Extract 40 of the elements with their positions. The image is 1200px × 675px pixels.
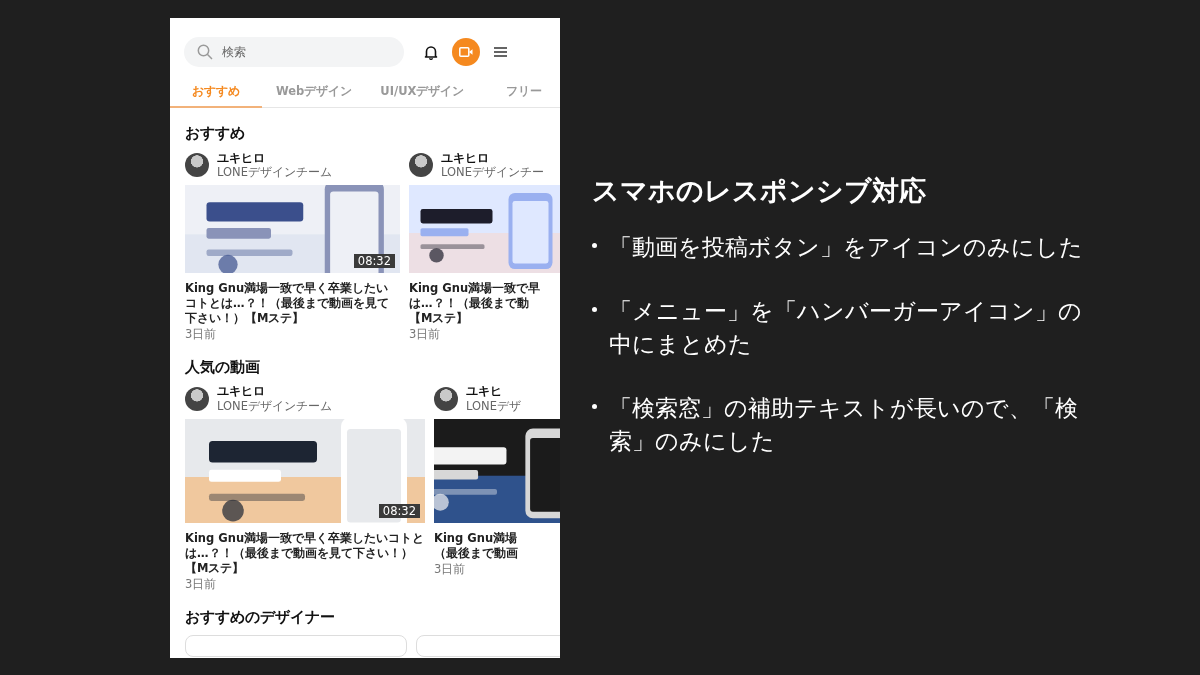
- author-name[interactable]: ユキヒ: [466, 384, 521, 399]
- search-field[interactable]: 検索: [184, 37, 404, 67]
- bullet-dot: [592, 307, 597, 312]
- video-title[interactable]: King Gnu満場一致で早く卒業したいコトとは…？！（最後まで動画を見て下さい！）【Mステ】: [185, 281, 400, 326]
- team-name: LONEデザ: [466, 398, 521, 414]
- bullet-dot: [592, 404, 597, 409]
- section-heading: おすすめのデザイナー: [185, 607, 336, 627]
- video-age: 3日前: [185, 576, 218, 592]
- video-age: 3日前: [434, 561, 467, 577]
- video-camera-icon: [459, 47, 473, 57]
- team-name: LONEデザインチーム: [217, 165, 332, 180]
- video-title[interactable]: （最後まで動画: [434, 545, 560, 561]
- video-title[interactable]: King Gnu満場: [434, 530, 560, 546]
- author-name[interactable]: ユキヒロ: [217, 384, 332, 399]
- video-title[interactable]: King Gnu満場一致で早: [409, 281, 560, 296]
- menu-icon: [494, 47, 507, 57]
- video-age: 3日前: [185, 326, 218, 342]
- slide-title: スマホのレスポンシブ対応: [592, 174, 927, 208]
- section-heading: おすすめ: [185, 124, 246, 143]
- bullet-text: 「動画を投稿ボタン」をアイコンのみにした: [609, 233, 1084, 262]
- team-name: LONEデザインチーム: [217, 398, 332, 414]
- avatar[interactable]: [434, 386, 458, 411]
- avatar[interactable]: [185, 153, 209, 177]
- author-name[interactable]: ユキヒロ: [217, 150, 332, 165]
- video-title[interactable]: 【Mステ】: [409, 310, 560, 326]
- bell-icon: [424, 44, 438, 60]
- video-title[interactable]: は…？！（最後まで動: [409, 295, 560, 311]
- duration-badge: 08:32: [353, 254, 395, 268]
- menu-button[interactable]: [494, 47, 507, 57]
- bullet-dot: [592, 243, 597, 248]
- video-title[interactable]: King Gnu満場一致で早く卒業したいコトとは…？！（最後まで動画を見て下さい！）【Mステ】: [185, 530, 425, 576]
- team-name: LONEデザインチー: [441, 165, 544, 180]
- notification-bell-button[interactable]: [424, 44, 438, 60]
- bullet-text: 「検索窓」の補助テキストが長いので、「検索」のみにした: [609, 394, 1079, 456]
- avatar[interactable]: [185, 386, 209, 411]
- section-heading: 人気の動画: [185, 357, 261, 377]
- author-name[interactable]: ユキヒロ: [441, 150, 544, 165]
- video-age: 3日前: [409, 326, 442, 342]
- bullet-text: 「メニュー」を「ハンバーガーアイコン」の中にまとめた: [609, 297, 1083, 359]
- avatar[interactable]: [409, 153, 433, 177]
